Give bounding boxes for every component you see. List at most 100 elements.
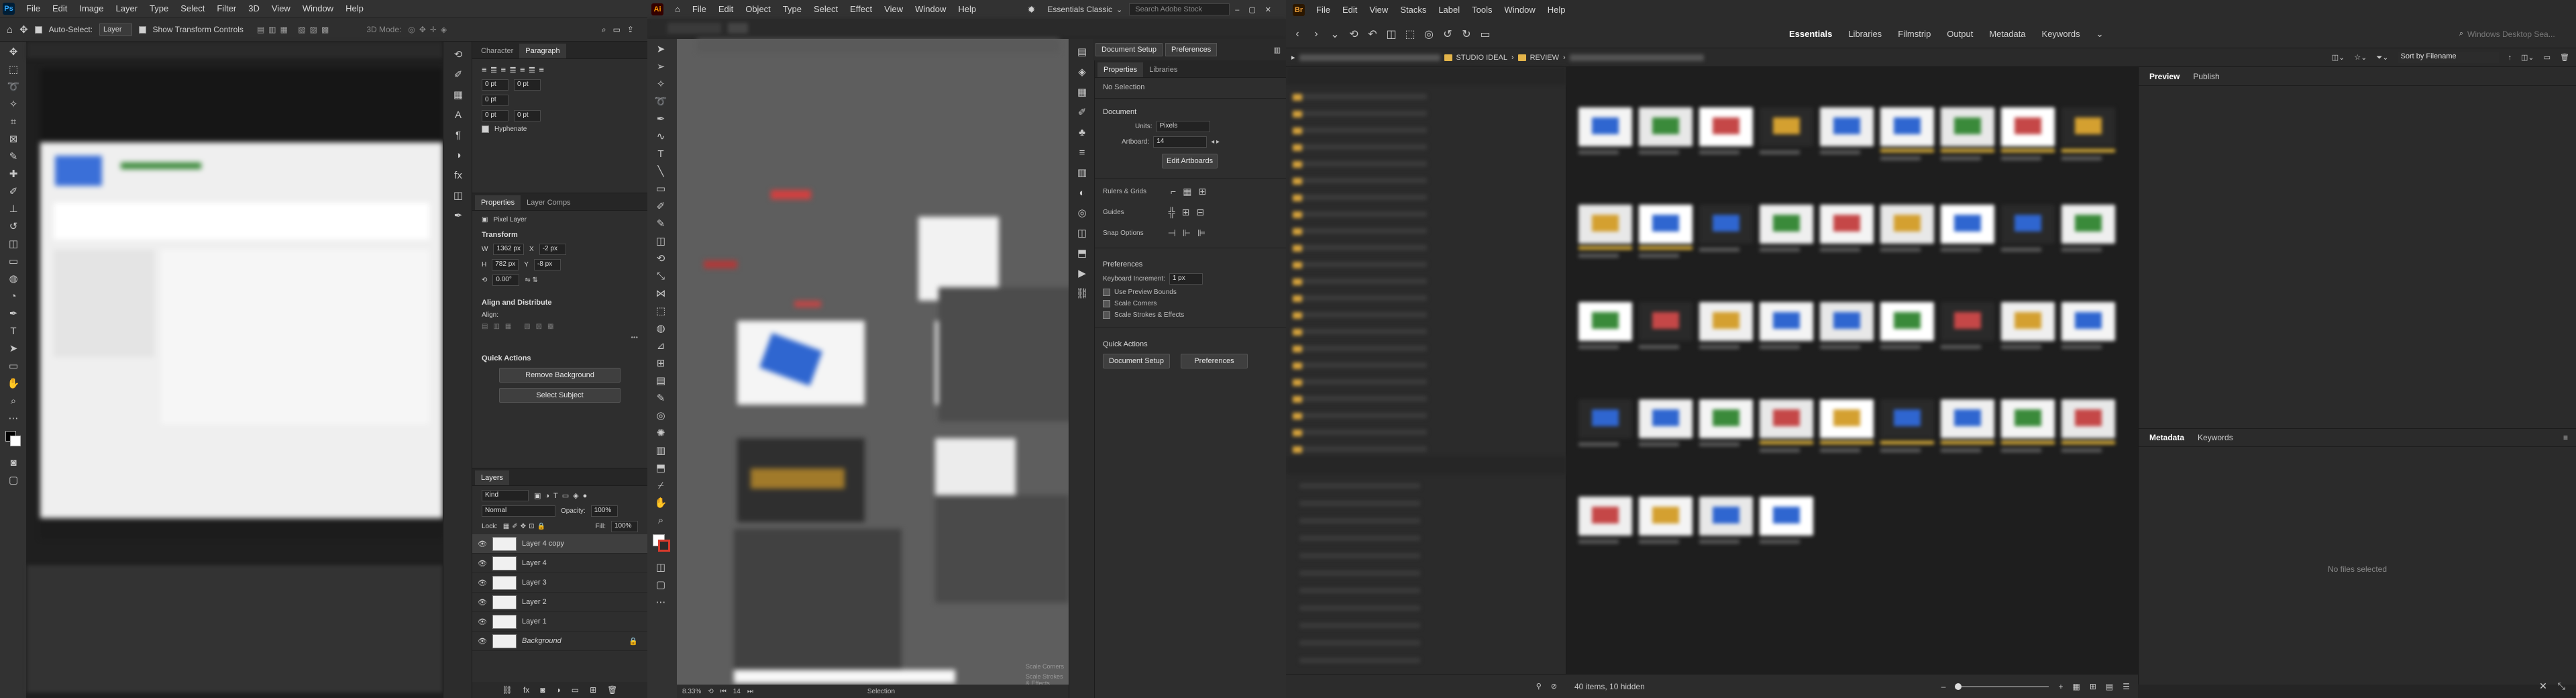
lasso-icon[interactable]: ➰ [653,94,668,109]
eraser-icon[interactable]: ◫ [653,234,668,248]
curvature-icon[interactable]: ∿ [653,129,668,144]
file-thumbnail[interactable] [1699,107,1753,168]
dodge-icon[interactable]: ◔ [6,289,21,303]
visibility-eye-icon[interactable]: 👁 [478,617,487,626]
tab-character[interactable]: Character [475,44,519,58]
ps-menu-image[interactable]: Image [73,0,109,17]
br-menu-stacks[interactable]: Stacks [1394,1,1432,19]
qa-preferences-button[interactable]: Preferences [1181,354,1248,368]
br-menu-file[interactable]: File [1310,1,1336,19]
slice-icon[interactable]: ⌿ [653,478,668,493]
snap-icons[interactable]: ⊣⊩⊫ [1168,228,1213,239]
file-thumbnail[interactable] [1639,399,1693,460]
search-icon[interactable]: ⌕▭⇪ [602,25,641,35]
ai-menu-type[interactable]: Type [777,1,808,18]
tab-properties[interactable]: Properties [1097,62,1144,77]
perspective-icon[interactable]: ⊿ [653,338,668,353]
ai-home-icon[interactable]: ⌂ [669,1,686,18]
preferences-top-button[interactable]: Preferences [1165,43,1218,56]
recent-icon[interactable]: ⟲ [1346,27,1361,42]
crumb-studio-ideal[interactable]: STUDIO IDEAL [1456,54,1507,62]
blur-icon[interactable]: ◍ [6,271,21,286]
frame-icon[interactable]: ⊠ [6,132,21,146]
paragraph-icon[interactable]: ¶ [451,128,466,142]
fx-icon[interactable]: fx [523,685,529,695]
gradient-icon[interactable]: ▤ [653,373,668,388]
ws-metadata[interactable]: Metadata [1981,29,2033,39]
file-thumbnail[interactable] [2001,399,2055,460]
more-tools-icon[interactable]: ⋯ [6,411,21,426]
tab-properties[interactable]: Properties [475,195,521,210]
align-icons[interactable]: ▤▥▦ ▧▨▩ [257,25,333,34]
rotate-icon[interactable]: ⟲ [653,251,668,266]
clear-filter-icon[interactable]: ⊘ [1551,682,1557,691]
ws-essentials[interactable]: Essentials [1781,29,1840,39]
br-menu-edit[interactable]: Edit [1336,1,1363,19]
fill-field[interactable]: 100% [611,521,638,532]
ws-keywords[interactable]: Keywords [2034,29,2088,39]
ps-menu-edit[interactable]: Edit [46,0,73,17]
select-subject-button[interactable]: Select Subject [499,388,621,403]
file-thumbnail[interactable] [1699,497,1753,557]
swatches-icon[interactable]: ▦ [1075,85,1089,99]
stroke-icon[interactable]: ≡ [1075,145,1089,160]
file-thumbnail[interactable] [1760,497,1813,557]
actions-icon[interactable]: ▶ [1075,266,1089,281]
symbols-icon[interactable]: ♣ [1075,125,1089,140]
open-in-camera-raw-icon[interactable]: ◫⌄ [2521,53,2534,62]
window-controls[interactable]: –▢✕ [1235,5,1281,14]
visibility-eye-icon[interactable]: 👁 [478,540,487,548]
br-menu-tools[interactable]: Tools [1466,1,1498,19]
visibility-eye-icon[interactable]: 👁 [478,579,487,587]
file-thumbnail[interactable] [1578,399,1632,460]
zoom-icon[interactable]: ⌕ [653,513,668,528]
layer-row[interactable]: 👁 Background 🔒 [472,632,647,651]
remove-background-button[interactable]: Remove Background [499,368,621,383]
br-search-input[interactable]: Windows Desktop Sea... [2467,30,2568,39]
resize-icon[interactable]: ⤡ [2558,681,2565,692]
screen-mode-icon[interactable]: ▢ [653,577,668,592]
sort-dropdown[interactable]: Sort by Filename [2398,52,2499,63]
paintbrush-icon[interactable]: ✐ [653,199,668,213]
ai-menu-view[interactable]: View [878,1,909,18]
arrange-icon[interactable]: ▥ [1274,46,1281,54]
angle-field[interactable]: 0.00° [492,275,520,286]
quality-icon[interactable]: ◫⌄ [2332,53,2345,62]
layer-row[interactable]: 👁 Layer 1 [472,612,647,632]
file-thumbnail[interactable] [1639,302,1693,362]
adobe-stock-search[interactable]: Search Adobe Stock [1129,3,1230,15]
tab-keywords[interactable]: Keywords [2198,433,2233,442]
ws-more-chevron-icon[interactable]: ⌄ [2088,29,2112,40]
eyedropper-icon[interactable]: ✎ [653,391,668,405]
file-thumbnail[interactable] [1639,205,1693,265]
chevron-down-icon[interactable]: ⌄ [1328,27,1342,42]
pen-icon[interactable]: ✒ [653,111,668,126]
use-preview-bounds-checkbox[interactable] [1103,289,1110,296]
ws-filmstrip[interactable]: Filmstrip [1890,29,1939,39]
ws-libraries[interactable]: Libraries [1840,29,1890,39]
list-view-icon[interactable]: ☰ [2123,682,2130,691]
character-icon[interactable]: A [451,107,466,122]
ai-menu-window[interactable]: Window [909,1,952,18]
file-thumbnail[interactable] [1880,107,1934,168]
keyboard-increment-field[interactable]: 1 px [1169,273,1203,285]
hand-icon[interactable]: ✋ [653,495,668,510]
thumbnail-size-slider[interactable] [1955,683,2049,690]
draw-mode-icon[interactable]: ◫ [653,560,668,575]
ai-menu-effect[interactable]: Effect [844,1,878,18]
ai-menu-object[interactable]: Object [739,1,777,18]
file-thumbnail[interactable] [1820,399,1874,460]
tab-paragraph[interactable]: Paragraph [519,44,566,58]
lasso-icon[interactable]: ➰ [6,79,21,94]
brushes-icon[interactable]: ✐ [1075,105,1089,119]
styles-icon[interactable]: fx [451,168,466,183]
opacity-field[interactable]: 100% [590,505,618,517]
history-brush-icon[interactable]: ↺ [6,219,21,234]
file-thumbnail[interactable] [1941,205,1994,265]
file-thumbnail[interactable] [1578,302,1632,362]
layer-row[interactable]: 👁 Layer 2 [472,593,647,612]
edit-artboards-button[interactable]: Edit Artboards [1162,154,1218,168]
visibility-eye-icon[interactable]: 👁 [478,637,487,646]
ps-menu-window[interactable]: Window [297,0,339,17]
rotate-right-icon[interactable]: ↻ [1459,27,1474,42]
